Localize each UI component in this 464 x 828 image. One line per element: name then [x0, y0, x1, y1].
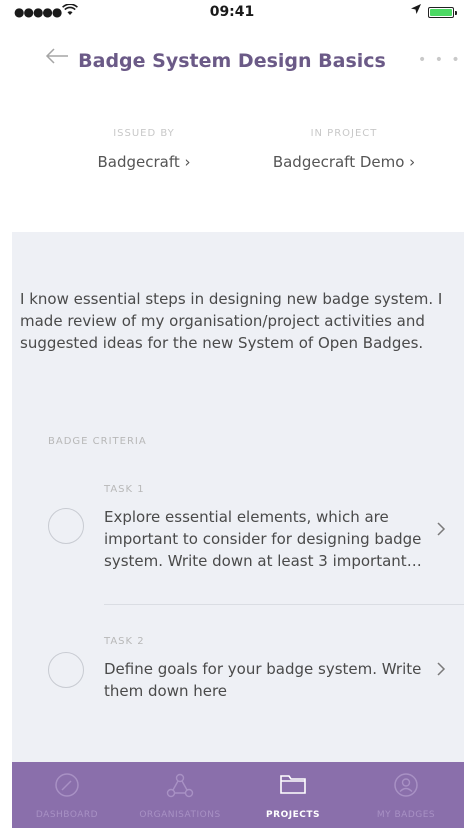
status-bar: ●●●●● 09:41: [0, 0, 464, 26]
status-time: 09:41: [209, 4, 255, 20]
battery-level: [430, 9, 452, 16]
task-item-2[interactable]: TASK 2 Define goals for your badge syste…: [12, 636, 464, 726]
location-arrow-icon: [410, 3, 422, 19]
tab-label: MY BADGES: [376, 810, 436, 820]
in-project-section: IN PROJECT Badgecraft Demo ›: [244, 128, 444, 171]
page-title: Badge System Design Basics: [78, 50, 386, 72]
task-divider: [104, 604, 464, 605]
tab-organisations[interactable]: ORGANISATIONS: [125, 762, 235, 828]
badge-criteria-heading: BADGE CRITERIA: [48, 436, 147, 447]
folder-icon: [238, 772, 348, 800]
tab-label: ORGANISATIONS: [139, 810, 221, 820]
task-item-1[interactable]: TASK 1 Explore essential elements, which…: [12, 484, 464, 604]
tab-bar: DASHBOARD ORGANISATIONS PROJECTS MY BADG…: [12, 762, 464, 828]
in-project-label: IN PROJECT: [310, 128, 378, 139]
task-text: Define goals for your badge system. Writ…: [104, 660, 422, 700]
issued-by-label: ISSUED BY: [113, 128, 175, 139]
task-status-circle[interactable]: [48, 652, 84, 688]
issued-by-section: ISSUED BY Badgecraft ›: [44, 128, 244, 171]
chevron-right-icon[interactable]: [436, 658, 446, 682]
issued-by-link[interactable]: Badgecraft ›: [44, 153, 244, 171]
chevron-right-icon[interactable]: [436, 518, 446, 542]
task-text: Explore essential elements, which are im…: [104, 508, 422, 570]
tab-projects[interactable]: PROJECTS: [238, 762, 348, 828]
task-label: TASK 1: [104, 484, 145, 495]
tab-dashboard[interactable]: DASHBOARD: [12, 762, 122, 828]
tab-my-badges[interactable]: MY BADGES: [351, 762, 461, 828]
badge-meta: ISSUED BY Badgecraft › IN PROJECT Badgec…: [0, 128, 464, 188]
badge-description: I know essential steps in designing new …: [20, 290, 443, 352]
tab-label: PROJECTS: [266, 810, 320, 820]
organisations-network-icon: [125, 772, 235, 800]
tab-label: DASHBOARD: [35, 810, 99, 820]
dashboard-gauge-icon: [12, 772, 122, 800]
content-panel: I know essential steps in designing new …: [12, 232, 464, 762]
more-dots-icon[interactable]: • • •: [418, 52, 462, 68]
task-status-circle[interactable]: [48, 508, 84, 544]
in-project-link[interactable]: Badgecraft Demo ›: [244, 153, 444, 171]
battery-icon: [428, 7, 457, 18]
task-label: TASK 2: [104, 636, 145, 647]
nav-bar: Badge System Design Basics • • •: [0, 38, 464, 82]
badge-user-icon: [351, 772, 461, 800]
